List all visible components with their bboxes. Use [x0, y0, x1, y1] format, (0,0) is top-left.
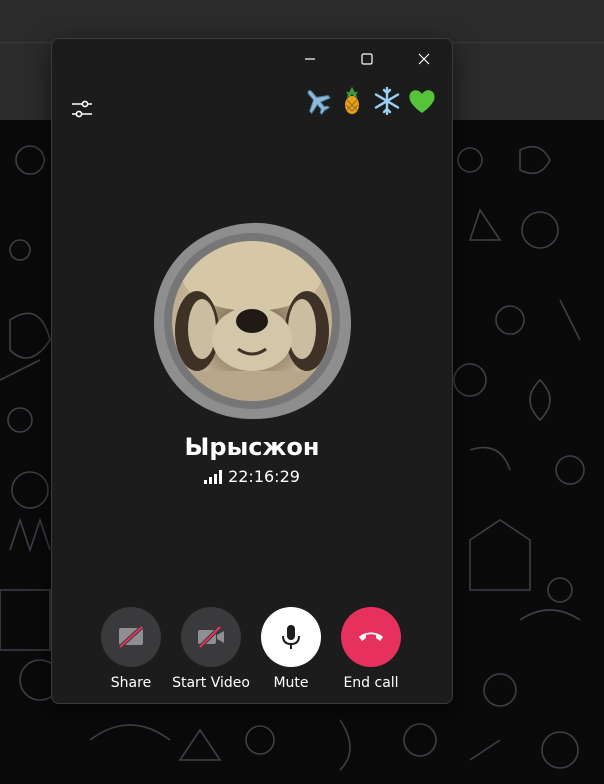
green-heart-emoji	[405, 85, 438, 117]
mute-button[interactable]	[261, 607, 321, 667]
minimize-icon	[304, 58, 315, 60]
close-icon	[418, 53, 429, 65]
maximize-icon	[360, 53, 373, 65]
end-call-action: End call	[321, 607, 421, 691]
signal-bars-icon	[204, 469, 223, 484]
call-duration: 22:16:29	[228, 467, 300, 486]
call-window: Ырысжон 22:16:29 Share Start Video Mute …	[51, 38, 453, 704]
microphone-icon	[282, 625, 300, 649]
call-status: 22:16:29	[52, 467, 452, 486]
end-call-label: End call	[343, 675, 399, 691]
window-controls	[281, 39, 452, 79]
minimize-button[interactable]	[281, 39, 338, 79]
caller-avatar	[152, 221, 352, 421]
phone-hangup-icon	[359, 632, 383, 641]
video-off-icon	[198, 625, 224, 649]
snowflake-emoji	[370, 85, 403, 117]
close-button[interactable]	[395, 39, 452, 79]
caller-name: Ырысжон	[184, 433, 320, 461]
end-call-button[interactable]	[341, 607, 401, 667]
maximize-button[interactable]	[338, 39, 395, 79]
screen-share-off-icon	[118, 625, 144, 649]
sliders-icon	[72, 100, 92, 118]
settings-button[interactable]	[70, 97, 94, 121]
airplane-emoji	[300, 85, 333, 117]
share-button[interactable]	[101, 607, 161, 667]
pineapple-emoji	[335, 85, 368, 117]
start-video-button[interactable]	[181, 607, 241, 667]
encryption-emoji-key[interactable]	[300, 85, 438, 117]
